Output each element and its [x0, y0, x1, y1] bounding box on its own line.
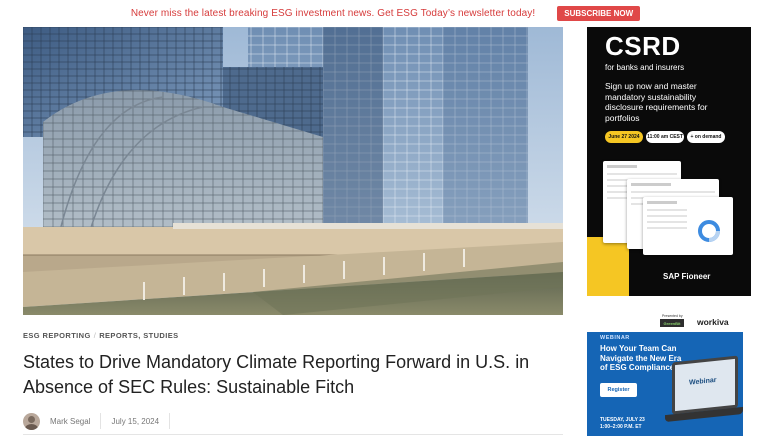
ad-workiva-date-day: TUESDAY, JULY 23: [600, 417, 645, 423]
article-date: July 15, 2024: [111, 416, 160, 426]
ad-csrd-demand-pill: + on demand: [687, 131, 725, 143]
laptop-screen-label: Webinar: [689, 376, 717, 387]
category-link-reports-studies[interactable]: REPORTS, STUDIES: [99, 331, 178, 340]
ad-workiva-date-time: 1:00–2:00 P.M. ET: [600, 423, 642, 430]
ad-csrd-time-pill: 11:00 am CEST: [646, 131, 684, 143]
building-photo: [23, 27, 563, 315]
author-avatar[interactable]: [23, 412, 40, 430]
byline-divider: [100, 413, 102, 429]
dashboard-screenshot: [643, 197, 733, 255]
byline-divider: [169, 413, 171, 429]
newsletter-banner: Never miss the latest breaking ESG inves…: [0, 0, 771, 27]
article-title: States to Drive Mandatory Climate Report…: [23, 352, 530, 397]
author-name[interactable]: Mark Segal: [50, 417, 90, 426]
ad-workiva-tag: WEBINAR: [600, 335, 630, 341]
ad-csrd-title: CSRD: [605, 31, 681, 61]
ad-csrd-date-pill: June 27 2024: [605, 131, 643, 143]
register-button[interactable]: Register: [600, 383, 637, 397]
ad-csrd-description: Sign up now and master mandatory sustain…: [605, 81, 708, 123]
category-link-esg-reporting[interactable]: ESG REPORTING: [23, 331, 91, 340]
article-categories: ESG REPORTING / REPORTS, STUDIES: [23, 331, 179, 340]
article-hero-image: [23, 27, 563, 315]
subscribe-button[interactable]: SUBSCRIBE NOW: [557, 6, 641, 21]
ad-csrd-subtitle: for banks and insurers: [605, 63, 685, 72]
byline-rule: [23, 434, 563, 435]
ad-csrd-brand-logo: SAP Fioneer: [663, 272, 711, 281]
category-separator: /: [93, 331, 97, 340]
newsletter-banner-text: Never miss the latest breaking ESG inves…: [130, 8, 536, 19]
ad-workiva-date: TUESDAY, JULY 23 1:00–2:00 P.M. ET: [600, 417, 645, 430]
laptop-icon: Webinar: [672, 355, 738, 415]
ad-workiva-banner[interactable]: Presented by GreenBit workiva WEBINAR Ho…: [587, 311, 743, 436]
ad-csrd-banner[interactable]: CSRD for banks and insurers Sign up now …: [587, 27, 751, 296]
ad-csrd-accent-block: [587, 237, 629, 296]
workiva-logo: workiva: [697, 317, 729, 327]
article-byline: Mark Segal July 15, 2024: [23, 411, 180, 431]
ad-workiva-presented-by: Presented by: [662, 314, 683, 318]
dashboard-graphic: [647, 201, 720, 242]
partner-logo: GreenBit: [660, 319, 684, 327]
